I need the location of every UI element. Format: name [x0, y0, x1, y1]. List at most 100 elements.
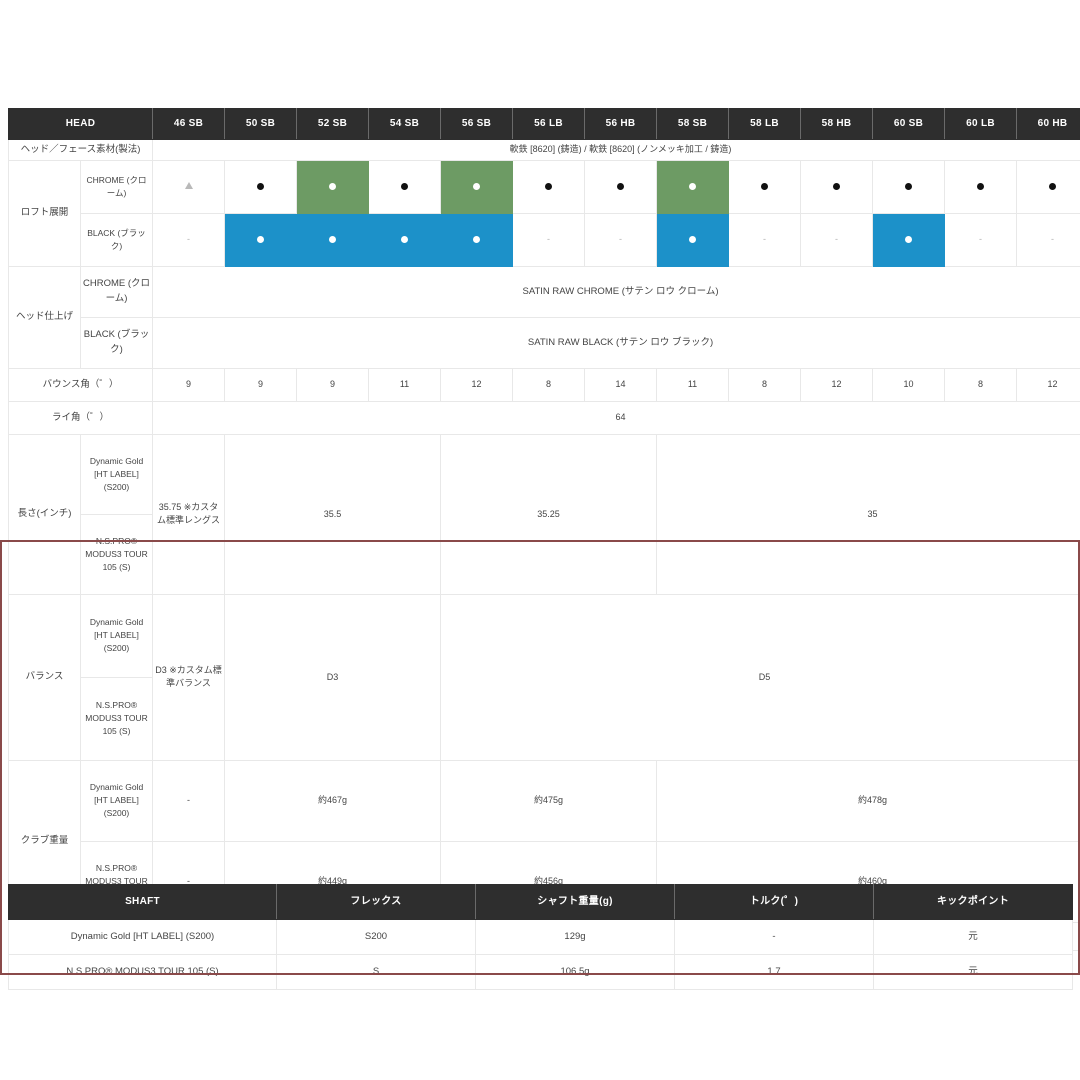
bounce-56lb: 8: [512, 367, 586, 402]
header-col-46sb: 46 SB: [152, 108, 226, 140]
dot-icon: [329, 183, 337, 191]
loft-chrome-52sb: [296, 159, 370, 214]
bounce-58hb: 12: [800, 367, 874, 402]
sub-label-weight-dg: Dynamic Gold [HT LABEL] (S200): [79, 759, 154, 842]
header-col-60sb: 60 SB: [872, 108, 946, 140]
dash-mark: -: [979, 234, 983, 245]
dot-icon: [401, 183, 409, 191]
shaft-col-name: SHAFT: [8, 884, 277, 920]
dot-icon: [689, 236, 697, 244]
row-label-material: ヘッド／フェース素材(製法): [7, 139, 154, 161]
sub-label-balance-modus: N.S.PRO® MODUS3 TOUR 105 (S): [79, 676, 154, 761]
loft-black-60lb: -: [944, 212, 1018, 267]
bounce-56hb: 14: [584, 367, 658, 402]
shaft-name-modus: N.S.PRO® MODUS3 TOUR 105 (S): [8, 954, 277, 990]
table-row: Dynamic Gold [HT LABEL] (S200) S200 129g…: [8, 919, 1073, 955]
dot-icon: [257, 236, 265, 244]
dash-mark: -: [547, 234, 551, 245]
balance-56-60-group: D5: [440, 593, 1080, 761]
bounce-56sb: 12: [440, 367, 514, 402]
row-material: ヘッド／フェース素材(製法) 軟鉄 [8620] (鋳造) / 軟鉄 [8620…: [7, 139, 1080, 161]
dot-icon: [977, 183, 985, 191]
header-col-60hb: 60 HB: [1016, 108, 1080, 140]
row-label-length: 長さ(インチ): [8, 433, 81, 595]
shaft-flex-modus: S: [276, 954, 476, 990]
row-label-loft: ロフト展開: [8, 159, 81, 267]
loft-chrome-56lb: [512, 159, 586, 214]
header-col-58lb: 58 LB: [728, 108, 802, 140]
cell-lie-value: 64: [152, 400, 1080, 435]
bounce-58sb: 11: [656, 367, 730, 402]
shaft-table-body: Dynamic Gold [HT LABEL] (S200) S200 129g…: [8, 919, 1073, 990]
sub-label-length-dg: Dynamic Gold [HT LABEL] (S200): [79, 433, 154, 515]
shaft-col-weight: シャフト重量(g): [475, 884, 675, 920]
dash-mark: -: [835, 234, 839, 245]
loft-chrome-60sb: [872, 159, 946, 214]
loft-black-52sb: [296, 212, 370, 267]
loft-chrome-60lb: [944, 159, 1018, 214]
row-finish-chrome: ヘッド仕上げ CHROME (クローム) SATIN RAW CHROME (サ…: [8, 265, 1080, 369]
dot-icon: [905, 236, 913, 244]
dot-icon: [401, 236, 409, 244]
loft-black-56lb: -: [512, 212, 586, 267]
sub-label-length-modus: N.S.PRO® MODUS3 TOUR 105 (S): [79, 513, 154, 595]
loft-black-58hb: -: [800, 212, 874, 267]
header-col-54sb: 54 SB: [368, 108, 442, 140]
loft-chrome-58sb: [656, 159, 730, 214]
weight-dg-50-54sb: 約467g: [224, 759, 442, 842]
dot-icon: [329, 236, 337, 244]
dot-icon: [257, 183, 265, 191]
weight-dg-58-60-group: 約478g: [656, 759, 1080, 842]
shaft-col-kickpoint: キックポイント: [873, 884, 1073, 920]
weight-dg-46sb: -: [152, 759, 226, 842]
cell-finish-chrome-value: SATIN RAW CHROME (サテン ロウ クローム): [152, 265, 1080, 318]
shaft-table-container: SHAFT フレックス シャフト重量(g) トルク(゜) キックポイント Dyn…: [8, 884, 1073, 990]
loft-chrome-46sb: [152, 159, 226, 214]
loft-black-46sb: -: [152, 212, 226, 267]
header-row: HEAD 46 SB 50 SB 52 SB 54 SB 56 SB 56 LB…: [7, 108, 1080, 140]
loft-chrome-54sb: [368, 159, 442, 214]
dot-icon: [473, 236, 481, 244]
bounce-54sb: 11: [368, 367, 442, 402]
loft-black-50sb: [224, 212, 298, 267]
shaft-kick-modus: 元: [873, 954, 1073, 990]
dot-icon: [761, 183, 769, 191]
shaft-header-row: SHAFT フレックス シャフト重量(g) トルク(゜) キックポイント: [8, 884, 1073, 920]
length-58-60-group: 35: [656, 433, 1080, 595]
length-46sb: 35.75 ※カスタム標準レングス: [152, 433, 226, 595]
row-loft-black: BLACK (ブラック) - - - - - - -: [9, 212, 1080, 267]
spec-table-body: ヘッド／フェース素材(製法) 軟鉄 [8620] (鋳造) / 軟鉄 [8620…: [7, 139, 1080, 951]
sub-label-balance-dg: Dynamic Gold [HT LABEL] (S200): [79, 593, 154, 678]
loft-chrome-58hb: [800, 159, 874, 214]
shaft-torque-modus: 1.7: [674, 954, 874, 990]
bounce-46sb: 9: [152, 367, 226, 402]
loft-chrome-58lb: [728, 159, 802, 214]
loft-black-60hb: -: [1016, 212, 1080, 267]
dot-icon: [905, 183, 913, 191]
bounce-58lb: 8: [728, 367, 802, 402]
balance-46sb: D3 ※カスタム標準バランス: [152, 593, 226, 761]
loft-chrome-56hb: [584, 159, 658, 214]
bounce-60hb: 12: [1016, 367, 1080, 402]
row-lie: ライ角（゜） 64: [7, 400, 1080, 435]
header-col-52sb: 52 SB: [296, 108, 370, 140]
bounce-50sb: 9: [224, 367, 298, 402]
sub-label-loft-black: BLACK (ブラック): [79, 212, 154, 267]
row-loft-chrome: ロフト展開 CHROME (クローム): [8, 159, 1080, 267]
cell-material-value: 軟鉄 [8620] (鋳造) / 軟鉄 [8620] (ノンメッキ加工 / 鋳造…: [152, 139, 1080, 161]
dash-mark: -: [619, 234, 623, 245]
spec-table: HEAD 46 SB 50 SB 52 SB 54 SB 56 SB 56 LB…: [7, 108, 1080, 951]
dash-mark: -: [1051, 234, 1055, 245]
header-col-56sb: 56 SB: [440, 108, 514, 140]
bounce-60sb: 10: [872, 367, 946, 402]
row-label-lie: ライ角（゜）: [7, 400, 154, 435]
loft-chrome-50sb: [224, 159, 298, 214]
loft-black-56hb: -: [584, 212, 658, 267]
header-col-58hb: 58 HB: [800, 108, 874, 140]
header-col-60lb: 60 LB: [944, 108, 1018, 140]
dash-mark: -: [763, 234, 767, 245]
loft-black-58sb: [656, 212, 730, 267]
header-col-50sb: 50 SB: [224, 108, 298, 140]
bounce-52sb: 9: [296, 367, 370, 402]
dot-icon: [473, 183, 481, 191]
